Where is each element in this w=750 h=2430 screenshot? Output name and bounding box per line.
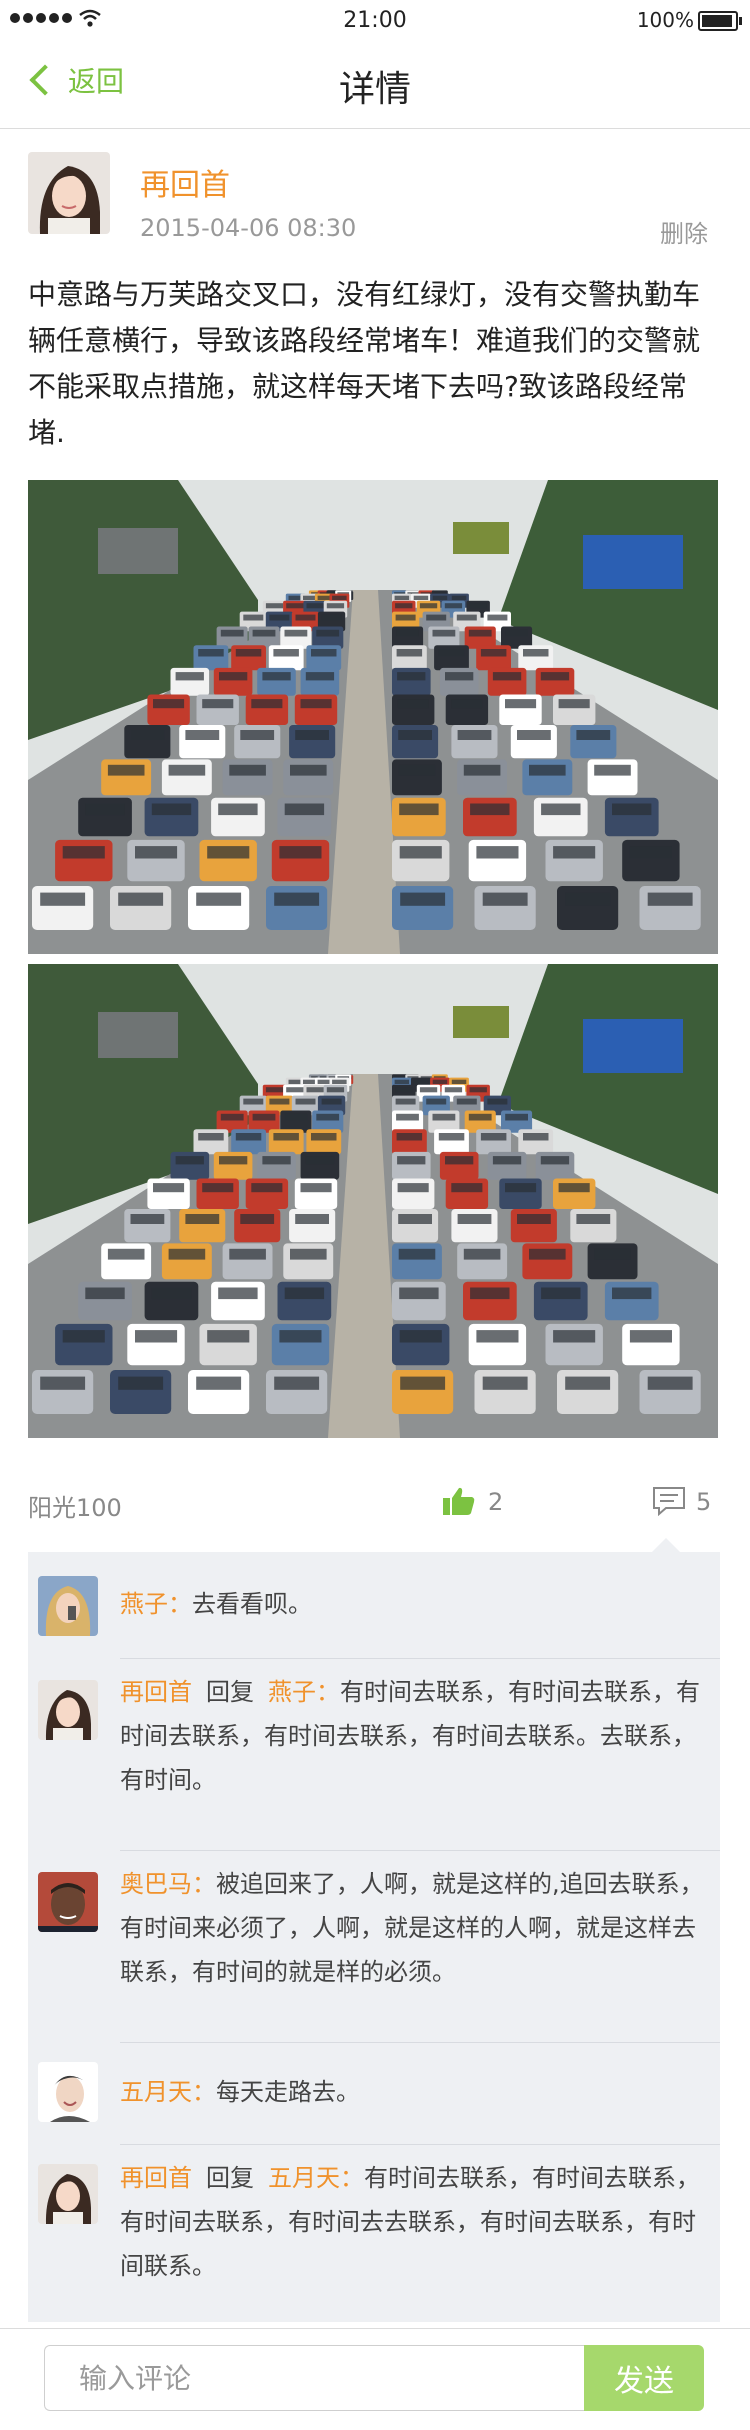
- commenter-name[interactable]: 再回首: [120, 2164, 192, 2192]
- send-button[interactable]: 发送: [584, 2345, 704, 2411]
- post-image[interactable]: [28, 964, 718, 1438]
- comment-divider: [120, 1658, 720, 1659]
- commenter-avatar[interactable]: [38, 2062, 98, 2122]
- author-name[interactable]: 再回首: [140, 160, 230, 204]
- reply-to-name[interactable]: 燕子：: [268, 1678, 340, 1706]
- comment-divider: [120, 1850, 720, 1851]
- comment-icon[interactable]: [652, 1486, 686, 1516]
- commenter-avatar[interactable]: [38, 2164, 98, 2224]
- thumbs-up-icon[interactable]: [442, 1486, 476, 1516]
- author-avatar[interactable]: [28, 152, 110, 234]
- reply-to-name[interactable]: 五月天：: [268, 2164, 364, 2192]
- comment-content: 去看看呗。: [192, 1590, 312, 1618]
- post-time: 2015-04-06 08:30: [140, 214, 357, 242]
- comment-count: 5: [696, 1488, 712, 1516]
- comment-input[interactable]: [44, 2345, 584, 2411]
- battery-icon: [698, 11, 742, 31]
- post-content: 中意路与万芙路交叉口，没有红绿灯，没有交警执勤车辆任意横行，导致该路段经常堵车！…: [28, 278, 701, 449]
- comment-divider: [120, 2042, 720, 2043]
- battery-percent: 100%: [636, 8, 694, 32]
- commenter-avatar[interactable]: [38, 1872, 98, 1932]
- nav-bar: 返回 详情: [0, 40, 750, 129]
- comment-text: 再回首 回复 五月天：有时间去联系，有时间去联系，有时间去联系，有时间去去联系，有时…: [120, 2156, 704, 2288]
- status-bar: 21:00 100%: [0, 0, 750, 40]
- detail-page: 21:00 100% 返回 详情 再回首 2015-04-06 08:30 删除…: [0, 0, 750, 2430]
- source-user[interactable]: 阳光100: [28, 1488, 122, 1523]
- comment-text: 奥巴马：被追回来了，人啊，就是这样的,追回去联系，有时间来必须了，人啊，就是这样…: [120, 1862, 704, 1994]
- commenter-avatar[interactable]: [38, 1576, 98, 1636]
- commenter-name[interactable]: 燕子：: [120, 1590, 192, 1618]
- comment-text: 五月天：每天走路去。: [120, 2070, 704, 2114]
- comment-divider: [120, 2144, 720, 2145]
- reply-label: 回复: [206, 2164, 254, 2192]
- comment-text: 再回首 回复 燕子：有时间去联系，有时间去联系，有时间去联系，有时间去联系，有时间去…: [120, 1670, 704, 1802]
- commenter-name[interactable]: 五月天：: [120, 2078, 216, 2106]
- post-image[interactable]: [28, 480, 718, 954]
- comments-panel: 燕子：去看看呗。 再回首 回复 燕子：有时间去联系，有时间去联系，有时间去联系，有时…: [28, 1552, 720, 2322]
- commenter-name[interactable]: 奥巴马：: [120, 1870, 216, 1898]
- commenter-name[interactable]: 再回首: [120, 1678, 192, 1706]
- page-title: 详情: [338, 69, 411, 110]
- delete-button[interactable]: 删除: [660, 214, 708, 249]
- comment-text: 燕子：去看看呗。: [120, 1582, 704, 1626]
- comment-content: 每天走路去。: [216, 2078, 360, 2106]
- reply-label: 回复: [206, 1678, 254, 1706]
- commenter-avatar[interactable]: [38, 1680, 98, 1740]
- comments-pointer: [652, 1538, 680, 1552]
- like-count: 2: [488, 1488, 504, 1516]
- comment-input-bar: 发送: [0, 2328, 750, 2430]
